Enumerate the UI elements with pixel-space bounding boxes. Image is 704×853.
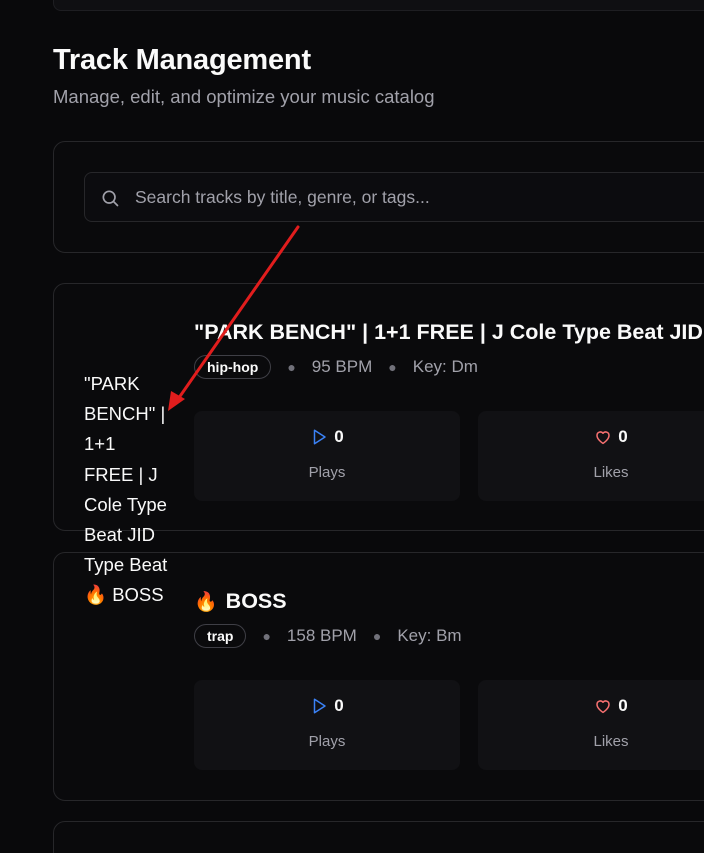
overflow-title-text-2: BOSS: [112, 584, 164, 606]
likes-label: Likes: [593, 464, 629, 481]
likes-stat: 0 Likes: [478, 411, 704, 501]
page-title: Track Management: [53, 44, 311, 76]
bpm-text: 158 BPM: [286, 626, 357, 645]
overflow-track-title-text: "PARK BENCH" | 1+1 FREE | J Cole Type Be…: [84, 369, 168, 611]
key-text: Key: Dm: [412, 357, 478, 376]
bpm-text: 95 BPM: [311, 357, 373, 376]
separator-dot: ●: [287, 359, 296, 375]
page-subtitle: Manage, edit, and optimize your music ca…: [53, 86, 435, 107]
search-card: [53, 141, 704, 253]
track-meta: hip-hop ● 95 BPM ● Key: Dm: [194, 355, 478, 379]
heart-icon: [596, 700, 611, 714]
key-text: Key: Bm: [397, 626, 462, 645]
separator-dot: ●: [372, 628, 382, 644]
play-icon: [314, 698, 327, 714]
likes-label: Likes: [593, 733, 629, 750]
genre-badge: trap: [194, 624, 247, 648]
play-icon: [314, 429, 327, 445]
separator-dot: ●: [262, 628, 271, 644]
separator-dot: ●: [388, 359, 397, 375]
plays-label: Plays: [308, 733, 346, 750]
top-tab-bar: [53, 0, 704, 11]
track-title-text: BOSS: [225, 589, 287, 613]
track-title[interactable]: "PARK BENCH" | 1+1 FREE | J Cole Type Be…: [194, 320, 704, 345]
plays-stat: 0 Plays: [194, 680, 460, 770]
fire-emoji: 🔥: [194, 592, 218, 613]
genre-badge: hip-hop: [194, 355, 272, 379]
plays-label: Plays: [308, 464, 346, 481]
track-title[interactable]: 🔥 BOSS: [194, 589, 287, 614]
track-card[interactable]: [53, 821, 704, 853]
overflow-title-text: "PARK BENCH" | 1+1 FREE | J Cole Type Be…: [84, 373, 168, 576]
plays-stat: 0 Plays: [194, 411, 460, 501]
search-icon: [102, 190, 119, 207]
search-input[interactable]: [135, 173, 704, 221]
likes-count: 0: [618, 427, 628, 446]
fire-emoji: 🔥: [84, 584, 108, 606]
heart-icon: [596, 431, 611, 445]
search-box[interactable]: [84, 172, 704, 222]
plays-count: 0: [334, 427, 344, 446]
likes-stat: 0 Likes: [478, 680, 704, 770]
plays-count: 0: [334, 696, 344, 715]
likes-count: 0: [618, 696, 628, 715]
track-meta: trap ● 158 BPM ● Key: Bm: [194, 624, 462, 648]
page: Track Management Manage, edit, and optim…: [0, 0, 704, 853]
